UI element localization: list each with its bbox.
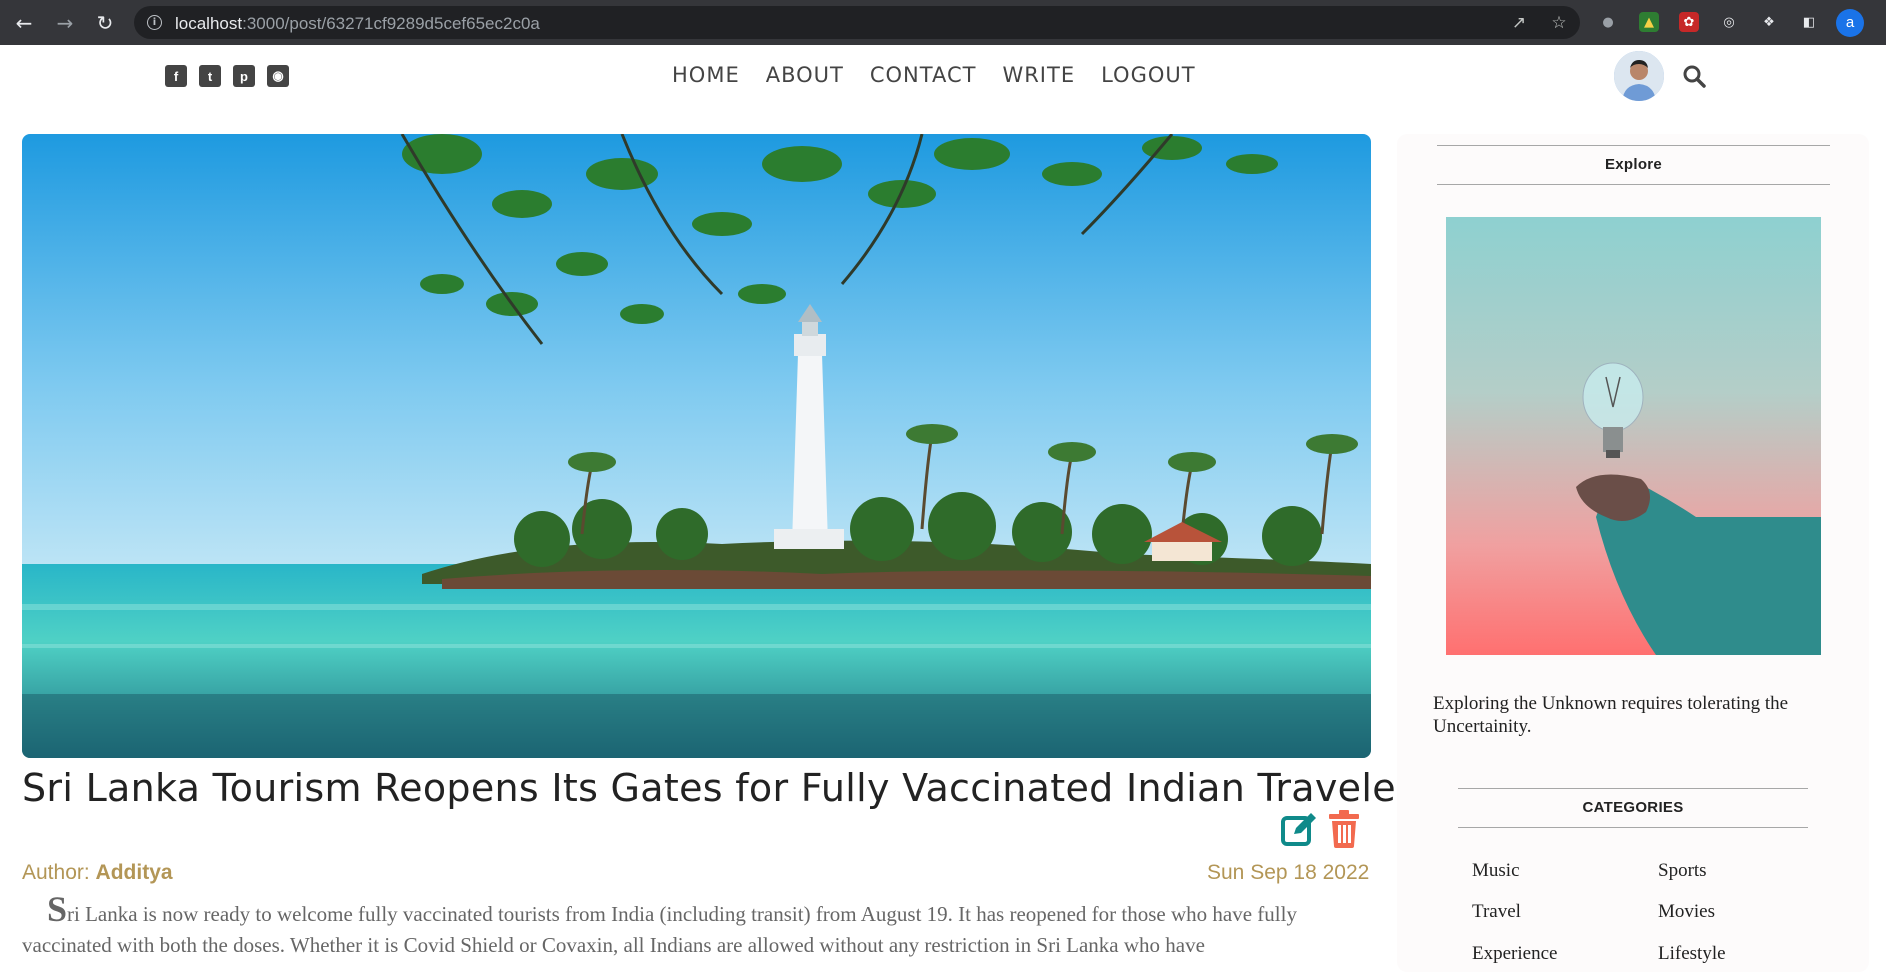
share-icon[interactable]: ↗ <box>1508 12 1530 34</box>
edit-icon[interactable] <box>1280 810 1318 848</box>
menu-home[interactable]: HOME <box>672 63 740 87</box>
explore-title: Explore <box>1437 145 1830 185</box>
twitter-icon[interactable]: t <box>199 65 221 87</box>
post-hero-image <box>22 134 1371 758</box>
bookmark-star-icon[interactable]: ☆ <box>1548 12 1570 34</box>
reload-icon[interactable]: ↻ <box>92 10 118 36</box>
profile-avatar[interactable]: a <box>1836 9 1864 37</box>
post-title: Sri Lanka Tourism Reopens Its Gates for … <box>22 766 1412 810</box>
browser-toolbar: ← → ↻ i localhost:3000/post/63271cf9289d… <box>0 0 1886 45</box>
extension-target-icon[interactable]: ◎ <box>1719 12 1739 32</box>
social-links: f t p ◉ <box>165 65 289 87</box>
category-experience[interactable]: Experience <box>1472 943 1557 965</box>
site-info-icon[interactable]: i <box>147 15 162 30</box>
url-text[interactable]: localhost:3000/post/63271cf9289d5cef65ec… <box>175 14 540 34</box>
category-travel[interactable]: Travel <box>1472 901 1521 923</box>
forward-icon[interactable]: → <box>52 10 78 36</box>
category-music[interactable]: Music <box>1472 860 1520 882</box>
facebook-icon[interactable]: f <box>165 65 187 87</box>
post-body: Sri Lanka is now ready to welcome fully … <box>22 889 1297 957</box>
side-panel-icon[interactable]: ◧ <box>1799 12 1819 32</box>
post-date: Sun Sep 18 2022 <box>1207 861 1370 884</box>
search-icon[interactable] <box>1682 64 1706 88</box>
category-movies[interactable]: Movies <box>1658 901 1715 923</box>
category-lifestyle[interactable]: Lifestyle <box>1658 943 1726 965</box>
menu-write[interactable]: WRITE <box>1002 63 1075 87</box>
extension-gray-icon[interactable]: ● <box>1598 12 1618 32</box>
menu-about[interactable]: ABOUT <box>766 63 844 87</box>
user-avatar[interactable] <box>1614 51 1664 101</box>
instagram-icon[interactable]: ◉ <box>267 65 289 87</box>
drop-cap: S <box>47 889 68 929</box>
pinterest-icon[interactable]: p <box>233 65 255 87</box>
extension-tree-icon[interactable]: ▲ <box>1639 12 1659 32</box>
menu-logout[interactable]: LOGOUT <box>1101 63 1195 87</box>
back-icon[interactable]: ← <box>11 10 37 36</box>
extension-red-icon[interactable]: ✿ <box>1679 12 1699 32</box>
address-bar[interactable]: i localhost:3000/post/63271cf9289d5cef65… <box>134 6 1580 39</box>
extensions-puzzle-icon[interactable]: ❖ <box>1759 12 1779 32</box>
author-link[interactable]: Additya <box>96 861 173 884</box>
category-sports[interactable]: Sports <box>1658 860 1707 882</box>
delete-icon[interactable] <box>1328 810 1360 848</box>
post-author: Author: Additya <box>22 861 173 884</box>
categories-title: CATEGORIES <box>1458 788 1808 828</box>
explore-text: Exploring the Unknown requires toleratin… <box>1433 693 1789 737</box>
site-header: f t p ◉ HOME ABOUT CONTACT WRITE LOGOUT <box>0 45 1886 107</box>
explore-image <box>1446 217 1821 655</box>
menu-contact[interactable]: CONTACT <box>870 63 977 87</box>
main-menu: HOME ABOUT CONTACT WRITE LOGOUT <box>672 63 1196 87</box>
